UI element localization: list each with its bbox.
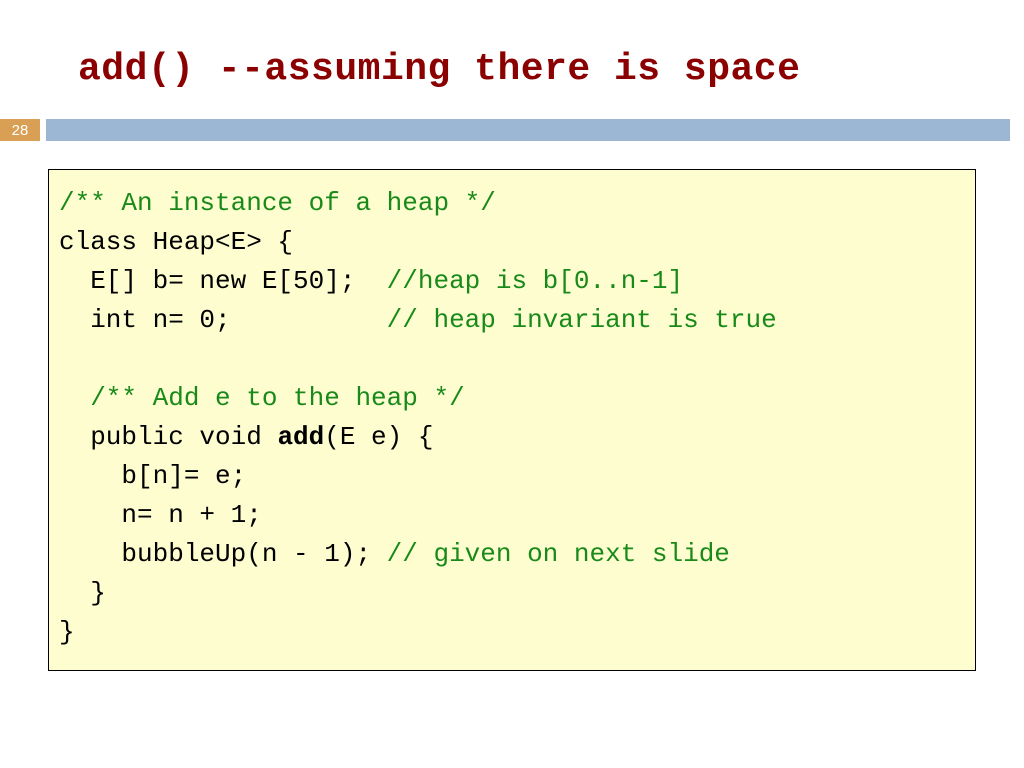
code-comment: // given on next slide bbox=[387, 539, 730, 569]
code-line: n= n + 1; bbox=[59, 500, 262, 530]
code-line: } bbox=[59, 617, 75, 647]
divider-bar bbox=[46, 119, 1010, 141]
code-comment: /** Add e to the heap */ bbox=[59, 383, 465, 413]
code-line: bubbleUp(n - 1); bbox=[59, 539, 387, 569]
code-comment: // heap invariant is true bbox=[387, 305, 777, 335]
code-line: (E e) { bbox=[324, 422, 433, 452]
code-line: b[n]= e; bbox=[59, 461, 246, 491]
code-line: int n= 0; bbox=[59, 305, 387, 335]
code-line: E[] b= new E[50]; bbox=[59, 266, 387, 296]
code-method-name: add bbox=[277, 422, 324, 452]
slide-title: add() --assuming there is space bbox=[0, 0, 1024, 119]
slide-number-badge: 28 bbox=[0, 119, 40, 141]
code-comment: //heap is b[0..n-1] bbox=[387, 266, 683, 296]
divider-row: 28 bbox=[0, 119, 1024, 141]
code-line: public void bbox=[59, 422, 277, 452]
code-comment: /** An instance of a heap */ bbox=[59, 188, 496, 218]
code-block: /** An instance of a heap */ class Heap<… bbox=[48, 169, 976, 671]
code-line: } bbox=[59, 578, 106, 608]
code-line: class Heap<E> { bbox=[59, 227, 293, 257]
